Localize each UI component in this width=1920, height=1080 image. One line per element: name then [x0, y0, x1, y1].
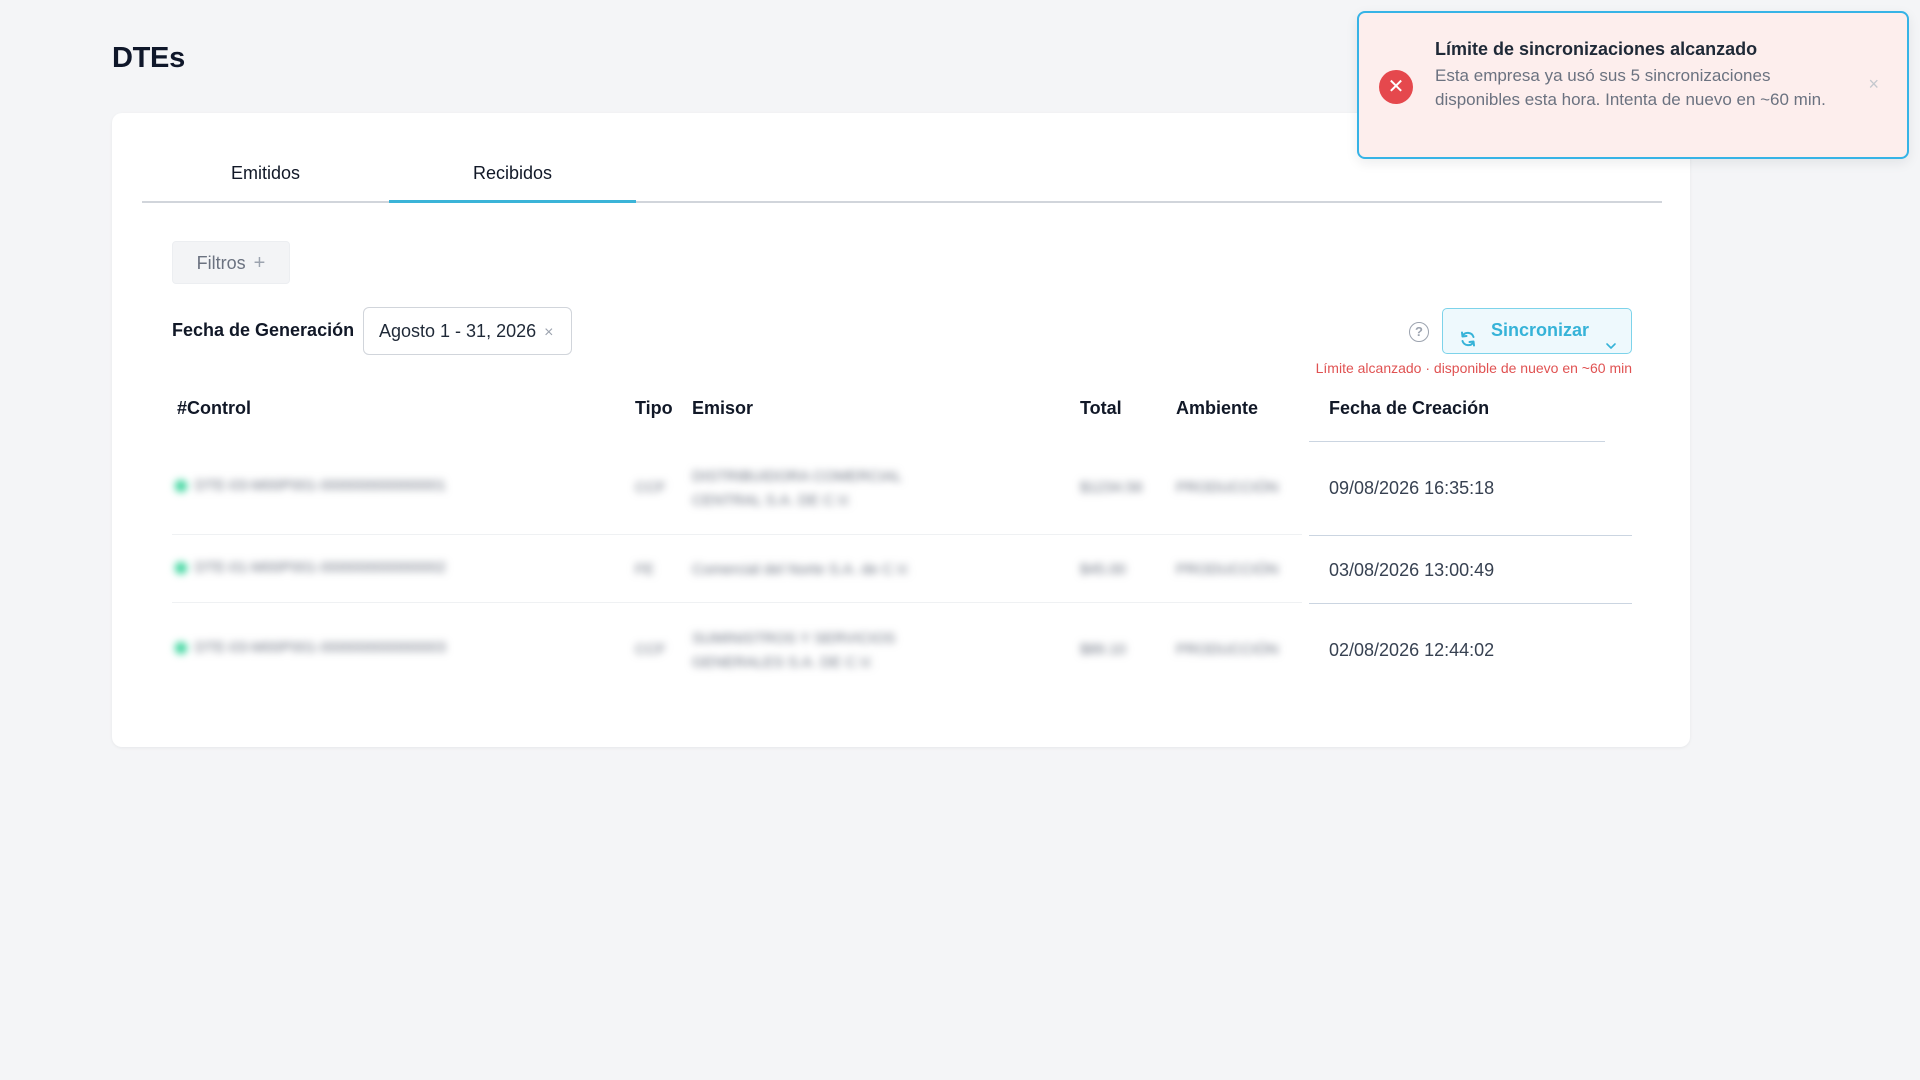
- row-divider: [1309, 535, 1632, 536]
- redacted-emisor-cell: Comercial del Norte S.A. de C.V.: [692, 561, 910, 578]
- redacted-ambiente-cell: PRODUCCIÓN: [1176, 561, 1279, 578]
- clear-date-icon[interactable]: ×: [544, 324, 553, 341]
- close-icon[interactable]: ×: [1868, 74, 1879, 95]
- toast-message: Esta empresa ya usó sus 5 sincronizacion…: [1435, 66, 1826, 109]
- status-dot: [175, 562, 187, 575]
- redacted-tipo-cell: CCF: [635, 641, 666, 658]
- redacted-tipo-cell: CCF: [635, 479, 666, 496]
- status-dot: [175, 480, 187, 493]
- column-header-emisor: Emisor: [692, 398, 754, 418]
- fecha-creacion-cell: 02/08/2026 12:44:02: [1329, 640, 1495, 660]
- redacted-total-cell: $1234.56: [1080, 479, 1143, 496]
- sync-button-label: Sincronizar: [1491, 320, 1590, 340]
- fecha-creacion-cell: 09/08/2026 16:35:18: [1329, 478, 1495, 498]
- column-header-fecha-creacion: Fecha de Creación: [1329, 398, 1490, 418]
- redacted-control-cell: DTE-03-M00P001-000000000000003: [175, 639, 446, 656]
- date-range-chip[interactable]: Agosto 1 - 31, 2026 ×: [363, 307, 573, 355]
- row-divider: [172, 602, 1302, 603]
- column-header-control: #Control: [177, 398, 251, 418]
- fecha-generacion-label: Fecha de Generación: [172, 320, 355, 340]
- status-dot: [175, 642, 187, 655]
- fecha-creacion-cell: 03/08/2026 13:00:49: [1329, 560, 1495, 580]
- redacted-tipo-cell: FE: [635, 561, 655, 578]
- refresh-icon: [1459, 321, 1477, 364]
- filters-button-label: Filtros: [196, 253, 246, 273]
- sync-limit-message: Límite alcanzado · disponible de nuevo e…: [1315, 360, 1632, 376]
- error-toast: ✕ Límite de sincronizaciones alcanzado E…: [1357, 11, 1909, 159]
- tab-emitidos[interactable]: Emitidos: [142, 151, 389, 201]
- redacted-emisor-cell: DISTRIBUIDORA COMERCIAL CENTRAL S.A. DE …: [692, 468, 902, 509]
- redacted-total-cell: $89.10: [1080, 641, 1126, 658]
- date-range-value: Agosto 1 - 31, 2026: [379, 321, 537, 341]
- redacted-control-cell: DTE-03-M00P001-000000000000001: [175, 477, 446, 494]
- row-divider: [172, 534, 1302, 535]
- column-header-tipo: Tipo: [635, 398, 673, 418]
- redacted-ambiente-cell: PRODUCCIÓN: [1176, 641, 1279, 658]
- filters-button[interactable]: Filtros +: [172, 241, 290, 284]
- toast-title: Límite de sincronizaciones alcanzado: [1435, 39, 1758, 59]
- help-icon[interactable]: ?: [1409, 322, 1429, 342]
- column-header-total: Total: [1080, 398, 1122, 418]
- redacted-emisor-cell: SUMINISTROS Y SERVICIOS GENERALES S.A. D…: [692, 630, 896, 669]
- redacted-control-cell: DTE-01-M00P001-000000000000002: [175, 559, 446, 576]
- dte-card: Emitidos Recibidos Filtros + Fecha de Gen…: [112, 113, 1690, 747]
- sync-button[interactable]: Sincronizar: [1442, 308, 1632, 354]
- row-divider: [1309, 603, 1632, 604]
- tab-recibidos[interactable]: Recibidos: [389, 151, 636, 203]
- header-divider: [1309, 441, 1605, 442]
- page-title: DTEs: [112, 42, 185, 74]
- column-header-ambiente: Ambiente: [1176, 398, 1259, 418]
- error-icon: ✕: [1379, 70, 1413, 104]
- redacted-ambiente-cell: PRODUCCIÓN: [1176, 479, 1279, 496]
- redacted-total-cell: $45.00: [1080, 561, 1126, 578]
- plus-icon: +: [253, 252, 266, 274]
